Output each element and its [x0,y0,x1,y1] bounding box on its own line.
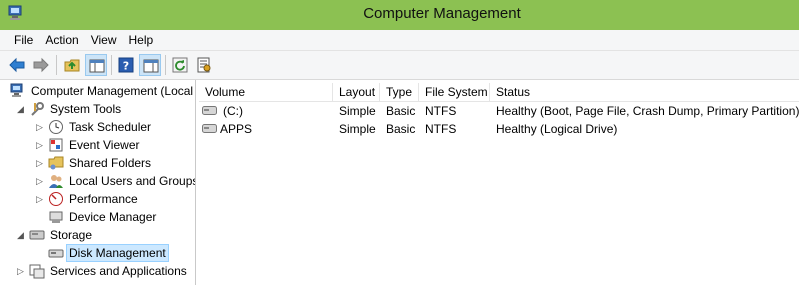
expand-arrow-icon[interactable]: ▷ [36,122,46,132]
tree-item-services-applications[interactable]: ▷ Services and Applications [0,262,195,280]
volume-list[interactable]: Volume Layout Type File System Status (C… [199,80,799,285]
tree-item-event-viewer[interactable]: ▷ Event Viewer [0,136,195,154]
disk-management-icon [48,249,64,258]
table-row[interactable]: APPS Simple Basic NTFS Healthy (Logical … [199,120,799,138]
column-header-layout[interactable]: Layout [333,83,380,101]
console-tree-icon [89,59,105,73]
performance-icon [49,192,63,206]
tree-label: System Tools [50,102,122,116]
list-header: Volume Layout Type File System Status [199,83,799,102]
shared-folder-icon [48,156,64,170]
tree-label: Services and Applications [50,264,187,278]
column-header-type[interactable]: Type [380,83,419,101]
tree-label: Shared Folders [69,156,152,170]
collapse-arrow-icon[interactable]: ◢ [17,230,27,240]
properties-button[interactable] [193,54,215,76]
forward-button[interactable] [30,54,52,76]
refresh-icon [172,57,188,73]
expand-arrow-icon[interactable]: ▷ [36,176,46,186]
tree-label: Performance [69,192,138,206]
tree-item-disk-management[interactable]: Disk Management [0,244,195,262]
tree-item-task-scheduler[interactable]: ▷ Task Scheduler [0,118,195,136]
expand-arrow-icon[interactable]: ▷ [36,140,46,150]
event-viewer-icon [49,138,63,152]
console-tree[interactable]: Computer Management (Local ◢ System Tool… [0,80,196,285]
services-icon [29,264,45,279]
type-cell: Basic [386,122,416,136]
expand-arrow-icon[interactable]: ▷ [36,194,46,204]
tree-label: Storage [50,228,93,242]
type-cell: Basic [386,104,416,118]
action-pane-icon [143,59,159,73]
title-bar: Computer Management [0,0,799,30]
menu-action[interactable]: Action [39,30,84,47]
toolbar: ? [0,51,799,80]
toolbar-separator [56,55,57,75]
layout-cell: Simple [339,122,376,136]
volume-cell: APPS [220,122,253,136]
tree-label: Event Viewer [69,138,140,152]
svg-text:?: ? [123,60,129,73]
column-header-status[interactable]: Status [490,83,799,101]
file-system-cell: NTFS [425,122,457,136]
window-title: Computer Management [363,5,521,22]
table-row[interactable]: (C:) Simple Basic NTFS Healthy (Boot, Pa… [199,102,799,120]
tree-item-storage[interactable]: ◢ Storage [0,226,195,244]
system-tools-icon [31,102,44,116]
show-hide-console-tree-button[interactable] [85,54,107,76]
show-hide-action-pane-button[interactable] [139,54,161,76]
expand-arrow-icon[interactable]: ▷ [17,266,27,276]
users-icon [49,175,63,188]
tree-label: Computer Management (Local [31,84,194,98]
menu-file[interactable]: File [8,30,39,47]
disk-drive-icon [202,106,217,115]
status-cell: Healthy (Logical Drive) [496,122,618,136]
up-one-level-button[interactable] [61,54,83,76]
tree-label: Local Users and Groups [69,174,196,188]
disk-drive-icon [202,124,217,133]
forward-arrow-icon [33,57,49,73]
tree-item-system-tools[interactable]: ◢ System Tools [0,100,195,118]
computer-management-icon [10,83,23,97]
tree-item-device-manager[interactable]: Device Manager [0,208,195,226]
storage-icon [29,230,45,240]
back-button[interactable] [6,54,28,76]
tree-label: Device Manager [69,210,157,224]
help-icon: ? [118,57,134,73]
tree-label: Disk Management [66,244,169,262]
file-system-cell: NTFS [425,104,457,118]
status-cell: Healthy (Boot, Page File, Crash Dump, Pr… [496,104,799,118]
tree-item-performance[interactable]: ▷ Performance [0,190,195,208]
menu-bar: File Action View Help [0,30,799,51]
clock-icon [49,120,63,134]
volume-cell: (C:) [223,104,243,118]
toolbar-separator [165,55,166,75]
tree-item-computer-management[interactable]: Computer Management (Local [0,82,195,100]
properties-icon [197,57,211,73]
device-manager-icon [49,211,63,223]
column-header-file-system[interactable]: File System [419,83,490,101]
layout-cell: Simple [339,104,376,118]
toolbar-separator [111,55,112,75]
expand-arrow-icon[interactable]: ▷ [36,158,46,168]
collapse-arrow-icon[interactable]: ◢ [17,104,27,114]
back-arrow-icon [9,57,25,73]
column-header-volume[interactable]: Volume [199,83,333,101]
menu-help[interactable]: Help [123,30,160,47]
menu-view[interactable]: View [85,30,123,47]
refresh-button[interactable] [169,54,191,76]
tree-item-shared-folders[interactable]: ▷ Shared Folders [0,154,195,172]
tree-label: Task Scheduler [69,120,152,134]
help-button[interactable]: ? [115,54,137,76]
folder-up-icon [64,59,80,72]
tree-item-local-users-groups[interactable]: ▷ Local Users and Groups [0,172,195,190]
